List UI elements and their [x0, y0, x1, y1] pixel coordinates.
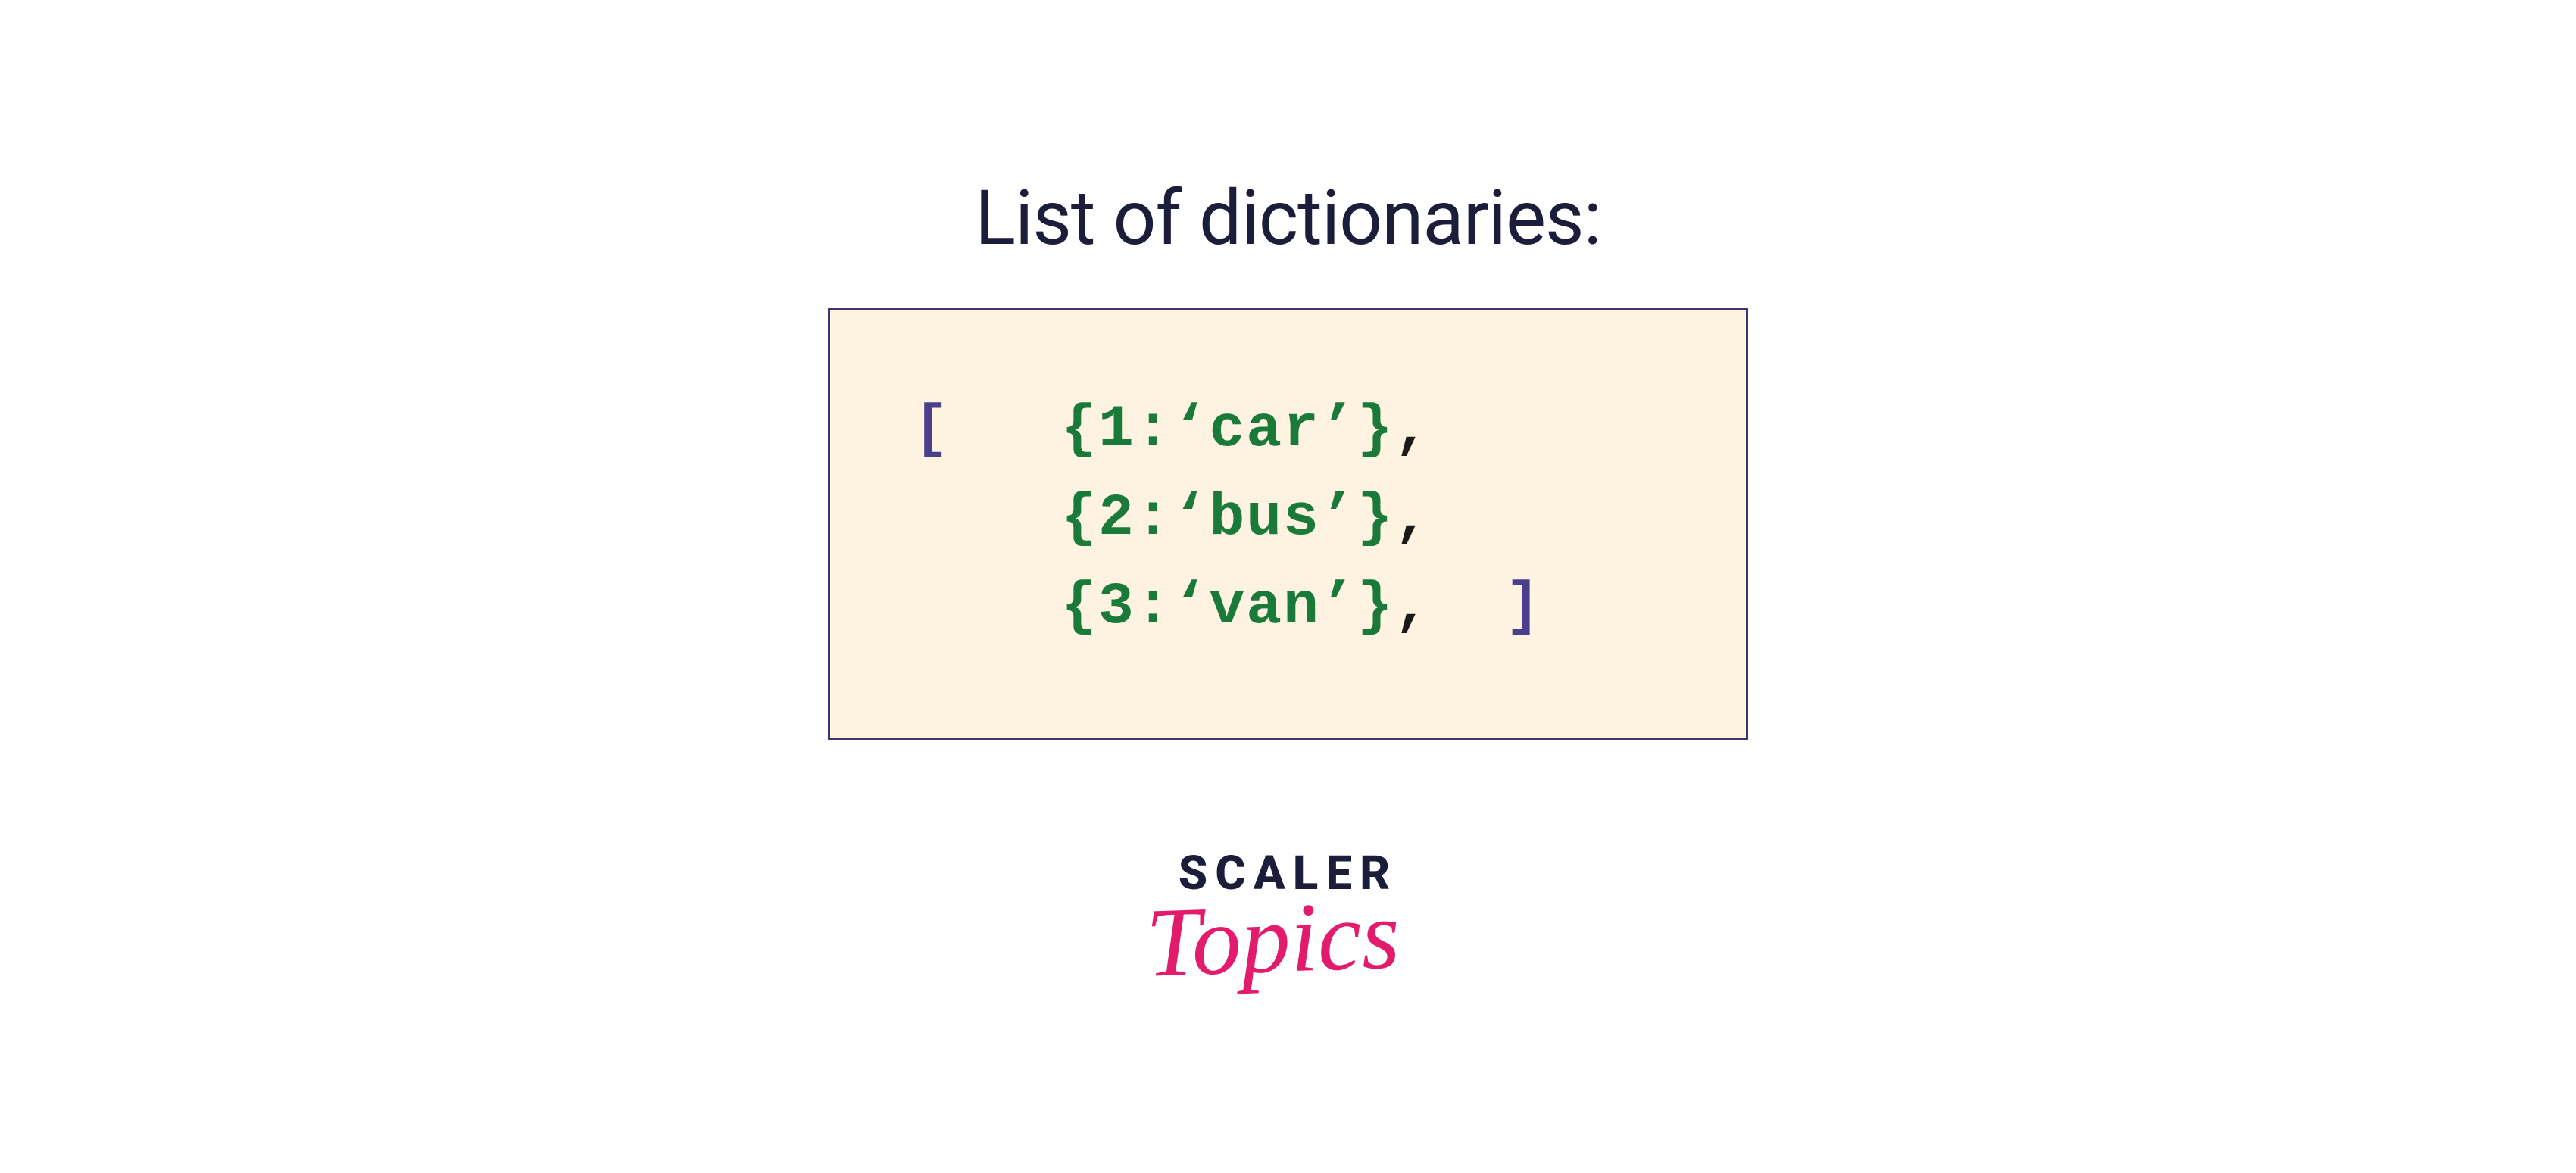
dict-entry-3: {3:‘van’} [1061, 574, 1394, 641]
close-bracket: ] [1505, 574, 1542, 641]
comma-3: , [1394, 574, 1432, 641]
logo: SCALER Topics [1176, 846, 1400, 996]
comma-2: , [1394, 485, 1432, 552]
dict-entry-1: {1:‘car’} [1061, 397, 1394, 463]
logo-line2: Topics [1144, 878, 1402, 1000]
dict-entry-2: {2:‘bus’} [1061, 485, 1394, 552]
code-line-1: [ {1:‘car’}, [913, 386, 1663, 475]
diagram-title: List of dictionaries: [975, 174, 1601, 263]
open-bracket: [ [913, 397, 951, 463]
code-line-3: {3:‘van’}, ] [913, 563, 1663, 652]
code-box: [ {1:‘car’}, {2:‘bus’}, {3:‘van’}, ] [828, 308, 1748, 740]
comma-1: , [1394, 397, 1432, 463]
code-line-2: {2:‘bus’}, [913, 475, 1663, 563]
